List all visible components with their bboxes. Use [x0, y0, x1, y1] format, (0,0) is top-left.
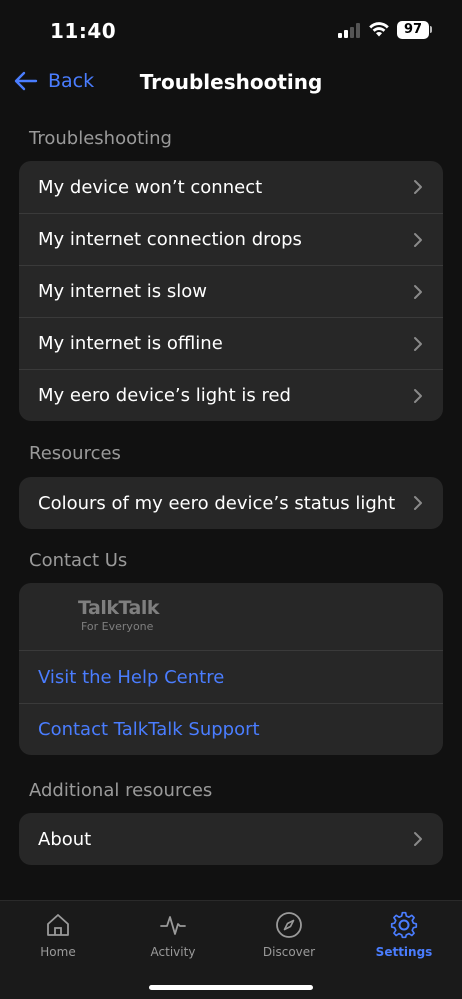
list-item-label: My internet connection drops — [38, 229, 302, 250]
tab-settings[interactable]: Settings — [364, 909, 444, 959]
list-item-about[interactable]: About — [19, 813, 443, 865]
section-label-contact: Contact Us — [29, 550, 128, 571]
contact-group: TalkTalk For Everyone Visit the Help Cen… — [19, 583, 443, 755]
list-item-light-red[interactable]: My eero device’s light is red — [19, 369, 443, 421]
chevron-right-icon — [414, 496, 422, 510]
activity-icon — [160, 916, 186, 935]
status-time: 11:40 — [50, 19, 117, 43]
section-label-troubleshooting: Troubleshooting — [29, 128, 172, 149]
list-item-label: My eero device’s light is red — [38, 385, 291, 406]
list-item-label: My internet is slow — [38, 281, 208, 302]
tab-label: Discover — [262, 945, 316, 959]
logo-tagline: For Everyone — [81, 620, 154, 633]
page-title: Troubleshooting — [139, 70, 323, 94]
tab-discover[interactable]: Discover — [249, 909, 329, 959]
list-item-label: My device won’t connect — [38, 176, 263, 198]
chevron-right-icon — [414, 232, 422, 247]
logo-wordmark: TalkTalk — [78, 597, 159, 619]
chevron-right-icon — [414, 388, 422, 403]
wifi-icon — [369, 22, 389, 37]
battery-indicator: 97 — [397, 21, 429, 39]
additional-group: About — [19, 813, 443, 865]
section-label-additional: Additional resources — [29, 780, 213, 801]
list-item-internet-offline[interactable]: My internet is offline — [19, 317, 443, 369]
list-item-device-wont-connect[interactable]: My device won’t connect — [19, 161, 443, 213]
chevron-right-icon — [414, 832, 422, 846]
navigation-bar: Back Troubleshooting — [0, 60, 462, 106]
chevron-right-icon — [414, 336, 422, 351]
tab-label: Activity — [150, 945, 196, 959]
home-icon — [47, 914, 69, 936]
tab-label: Home — [40, 945, 76, 959]
gear-icon — [390, 911, 418, 939]
chevron-right-icon — [414, 284, 422, 299]
section-label-resources: Resources — [29, 443, 121, 464]
cellular-signal-icon — [338, 22, 360, 38]
battery-cap — [430, 26, 432, 33]
list-item-connection-drops[interactable]: My internet connection drops — [19, 213, 443, 265]
tab-activity[interactable]: Activity — [133, 909, 213, 959]
list-item-status-light-colours[interactable]: Colours of my eero device’s status light — [19, 477, 443, 529]
resources-group: Colours of my eero device’s status light — [19, 477, 443, 529]
tab-home[interactable]: Home — [18, 909, 98, 959]
chevron-right-icon — [414, 180, 422, 194]
list-item-label: About — [38, 828, 92, 850]
troubleshooting-group: My device won’t connect My internet conn… — [19, 161, 443, 421]
talktalk-logo: TalkTalk For Everyone — [19, 583, 443, 651]
help-centre-link[interactable]: Visit the Help Centre — [19, 651, 443, 703]
list-item-internet-slow[interactable]: My internet is slow — [19, 265, 443, 317]
status-bar: 11:40 97 — [0, 0, 462, 60]
list-item-label: My internet is offline — [38, 333, 223, 354]
compass-icon — [276, 912, 302, 938]
tab-label: Settings — [375, 945, 433, 959]
list-item-label: Colours of my eero device’s status light — [38, 492, 396, 514]
contact-support-link[interactable]: Contact TalkTalk Support — [19, 703, 443, 755]
home-indicator[interactable] — [149, 985, 313, 990]
tab-bar: Home Activity Discover Settings — [0, 900, 462, 999]
